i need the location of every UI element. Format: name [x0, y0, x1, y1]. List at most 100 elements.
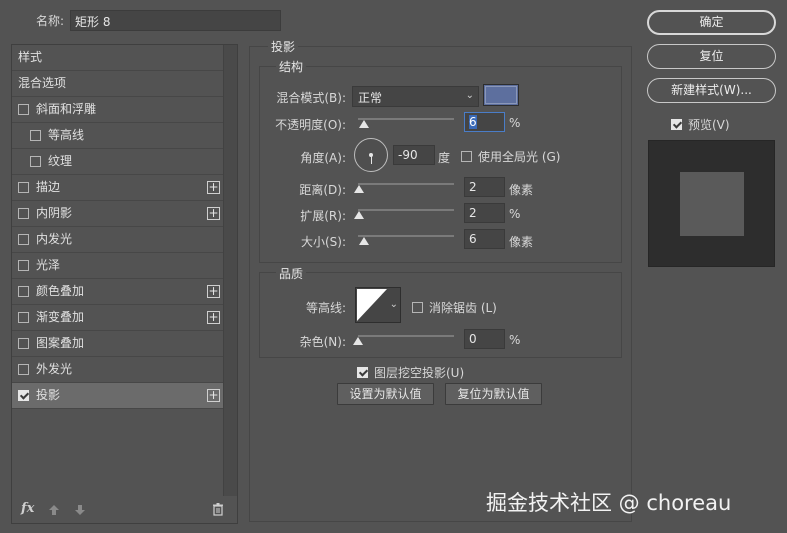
noise-label: 杂色(N): [299, 335, 346, 349]
add-effect-icon[interactable]: + [207, 389, 220, 402]
angle-label: 角度(A): [300, 151, 346, 165]
drop-shadow-title: 投影 [268, 38, 299, 55]
contour-picker[interactable]: ⌄ [355, 287, 401, 323]
distance-slider-track[interactable] [358, 183, 454, 185]
noise-slider-track[interactable] [358, 335, 454, 337]
style-item[interactable]: 颜色叠加 + [12, 279, 224, 305]
style-item-checkbox[interactable] [18, 260, 29, 271]
style-item-checkbox[interactable] [18, 390, 29, 401]
noise-input[interactable]: 0 [464, 329, 505, 349]
knockout-label: 图层挖空投影(U) [374, 366, 465, 380]
style-item-checkbox[interactable] [18, 208, 29, 219]
style-item-checkbox[interactable] [30, 130, 41, 141]
size-slider-track[interactable] [358, 235, 454, 237]
contour-label: 等高线: [305, 301, 346, 315]
name-input[interactable]: 矩形 8 [70, 10, 281, 31]
style-item-label: 内阴影 [36, 206, 73, 220]
add-effect-icon[interactable]: + [207, 311, 220, 324]
style-item-checkbox[interactable] [18, 338, 29, 349]
global-light-toggle[interactable]: 使用全局光 (G) [461, 148, 560, 165]
size-input[interactable]: 6 [464, 229, 505, 249]
antialias-toggle[interactable]: 消除锯齿 (L) [412, 299, 497, 316]
style-item[interactable]: 纹理 [12, 149, 224, 175]
preview-toggle[interactable]: 预览(V) [671, 116, 730, 133]
antialias-checkbox[interactable] [412, 302, 423, 313]
opacity-slider-thumb[interactable] [359, 120, 369, 128]
global-light-checkbox[interactable] [461, 151, 472, 162]
style-item-label: 混合选项 [18, 76, 67, 90]
style-item[interactable]: 样式 [12, 45, 224, 71]
knockout-toggle[interactable]: 图层挖空投影(U) [357, 364, 464, 381]
ok-button[interactable]: 确定 [647, 10, 776, 35]
distance-input[interactable]: 2 [464, 177, 505, 197]
fx-menu-button[interactable]: fx [21, 501, 34, 516]
style-item-label: 内发光 [36, 232, 73, 246]
style-item[interactable]: 渐变叠加 + [12, 305, 224, 331]
style-item[interactable]: 图案叠加 [12, 331, 224, 357]
styles-list: 样式混合选项斜面和浮雕 等高线 纹理描边 + 内阴影 + 内发光光泽颜色叠加 + 渐变叠加 + 图案… [11, 44, 238, 524]
opacity-value: 6 [469, 115, 477, 129]
styles-list-scrollbar[interactable] [223, 45, 237, 496]
style-item[interactable]: 等高线 [12, 123, 224, 149]
preview-checkbox[interactable] [671, 119, 682, 130]
spread-slider-thumb[interactable] [354, 211, 364, 219]
style-item-checkbox[interactable] [18, 234, 29, 245]
style-item-label: 图案叠加 [36, 336, 85, 350]
noise-slider-thumb[interactable] [353, 337, 363, 345]
contour-preview [357, 289, 387, 321]
new-style-button[interactable]: 新建样式(W)... [647, 78, 776, 103]
style-item[interactable]: 内阴影 + [12, 201, 224, 227]
watermark: 掘金技术社区 @ choreau [486, 491, 732, 515]
shadow-color-swatch[interactable] [483, 84, 519, 106]
angle-dial-needle [371, 155, 372, 164]
size-unit: 像素 [509, 235, 534, 249]
style-item[interactable]: 描边 + [12, 175, 224, 201]
add-effect-icon[interactable]: + [207, 207, 220, 220]
opacity-unit: % [509, 116, 521, 130]
styles-list-items: 样式混合选项斜面和浮雕 等高线 纹理描边 + 内阴影 + 内发光光泽颜色叠加 + 渐变叠加 + 图案… [12, 45, 224, 409]
style-item-label: 样式 [18, 50, 43, 64]
blend-mode-value: 正常 [358, 91, 383, 105]
knockout-checkbox[interactable] [357, 367, 368, 378]
style-item-checkbox[interactable] [18, 104, 29, 115]
opacity-input[interactable]: 6 [464, 112, 505, 132]
preview-label: 预览(V) [688, 118, 730, 132]
style-item-checkbox[interactable] [18, 312, 29, 323]
add-effect-icon[interactable]: + [207, 181, 220, 194]
trash-icon[interactable] [212, 503, 224, 516]
spread-label: 扩展(R): [300, 209, 346, 223]
distance-label: 距离(D): [299, 183, 346, 197]
blend-mode-label: 混合模式(B): [276, 91, 346, 105]
style-item-checkbox[interactable] [30, 156, 41, 167]
style-item-label: 渐变叠加 [36, 310, 85, 324]
style-item-checkbox[interactable] [18, 182, 29, 193]
size-label: 大小(S): [300, 235, 346, 249]
move-up-icon[interactable] [48, 504, 60, 516]
spread-input[interactable]: 2 [464, 203, 505, 223]
style-item[interactable]: 光泽 [12, 253, 224, 279]
move-down-icon[interactable] [74, 504, 86, 516]
angle-dial[interactable] [354, 138, 388, 172]
add-effect-icon[interactable]: + [207, 285, 220, 298]
style-item-checkbox[interactable] [18, 286, 29, 297]
make-default-button[interactable]: 设置为默认值 [337, 383, 434, 405]
style-item-label: 光泽 [36, 258, 61, 272]
style-item[interactable]: 投影 + [12, 383, 224, 409]
reset-default-button[interactable]: 复位为默认值 [445, 383, 542, 405]
blend-mode-select[interactable]: 正常 ⌄ [352, 86, 479, 107]
style-item-label: 外发光 [36, 362, 73, 376]
distance-slider-thumb[interactable] [354, 185, 364, 193]
style-item[interactable]: 混合选项 [12, 71, 224, 97]
style-item[interactable]: 内发光 [12, 227, 224, 253]
style-item-label: 描边 [36, 180, 61, 194]
name-label: 名称: [36, 14, 65, 28]
style-preview [648, 140, 775, 267]
opacity-slider-track[interactable] [358, 118, 454, 120]
reset-button[interactable]: 复位 [647, 44, 776, 69]
spread-slider-track[interactable] [358, 209, 454, 211]
style-item[interactable]: 斜面和浮雕 [12, 97, 224, 123]
style-item-checkbox[interactable] [18, 364, 29, 375]
style-item[interactable]: 外发光 [12, 357, 224, 383]
size-slider-thumb[interactable] [359, 237, 369, 245]
angle-input[interactable]: -90 [393, 145, 435, 165]
